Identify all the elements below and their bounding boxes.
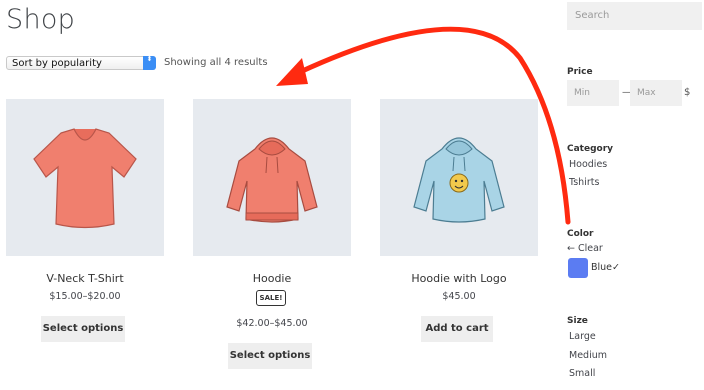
select-arrows-icon: ⬍ (143, 56, 156, 70)
product-name[interactable]: Hoodie with Logo (380, 272, 538, 285)
sort-select[interactable]: Sort by popularity ⬍ (6, 56, 156, 70)
color-filter-title: Color (567, 229, 594, 239)
page-title: Shop (6, 4, 76, 35)
vneck-tshirt-image[interactable] (6, 99, 164, 256)
result-count: Showing all 4 results (164, 57, 268, 68)
hoodie-with-logo-image[interactable] (380, 99, 538, 256)
product-name[interactable]: V-Neck T-Shirt (6, 272, 164, 285)
sort-selected-label: Sort by popularity (12, 58, 102, 69)
product-price: $15.00–$20.00 (49, 291, 121, 302)
size-filter-title: Size (567, 316, 588, 326)
hoodie-image[interactable] (193, 99, 351, 256)
size-link-medium[interactable]: Medium (569, 350, 607, 361)
add-to-cart-button[interactable]: Add to cart (421, 316, 493, 342)
select-options-button[interactable]: Select options (41, 316, 125, 342)
product-name[interactable]: Hoodie (193, 272, 351, 285)
tshirt-icon (33, 128, 137, 229)
sale-badge: SALE! (256, 290, 286, 306)
product-price: $42.00–$45.00 (236, 318, 308, 329)
size-link-small[interactable]: Small (569, 368, 595, 379)
min-price-input[interactable]: Min (567, 80, 619, 106)
color-blue-label: Blue (591, 262, 613, 273)
blue-color-swatch[interactable] (568, 258, 588, 278)
category-filter-title: Category (567, 144, 614, 154)
price-filter-title: Price (567, 67, 593, 77)
hoodie-icon (226, 137, 318, 223)
product-price: $45.00 (442, 291, 476, 302)
category-link-hoodies[interactable]: Hoodies (569, 159, 607, 170)
checkmark-icon: ✓ (612, 262, 620, 273)
select-options-button[interactable]: Select options (228, 343, 312, 369)
max-price-input[interactable]: Max (630, 80, 682, 106)
color-blue-filter[interactable]: Blue✓ (591, 262, 620, 273)
size-link-large[interactable]: Large (569, 331, 596, 342)
clear-color-filter[interactable]: ← Clear (567, 243, 603, 254)
search-input[interactable]: Search (567, 2, 702, 30)
hoodie-logo-icon (413, 137, 505, 223)
category-link-tshirts[interactable]: Tshirts (569, 177, 599, 188)
currency-symbol: $ (684, 87, 691, 98)
